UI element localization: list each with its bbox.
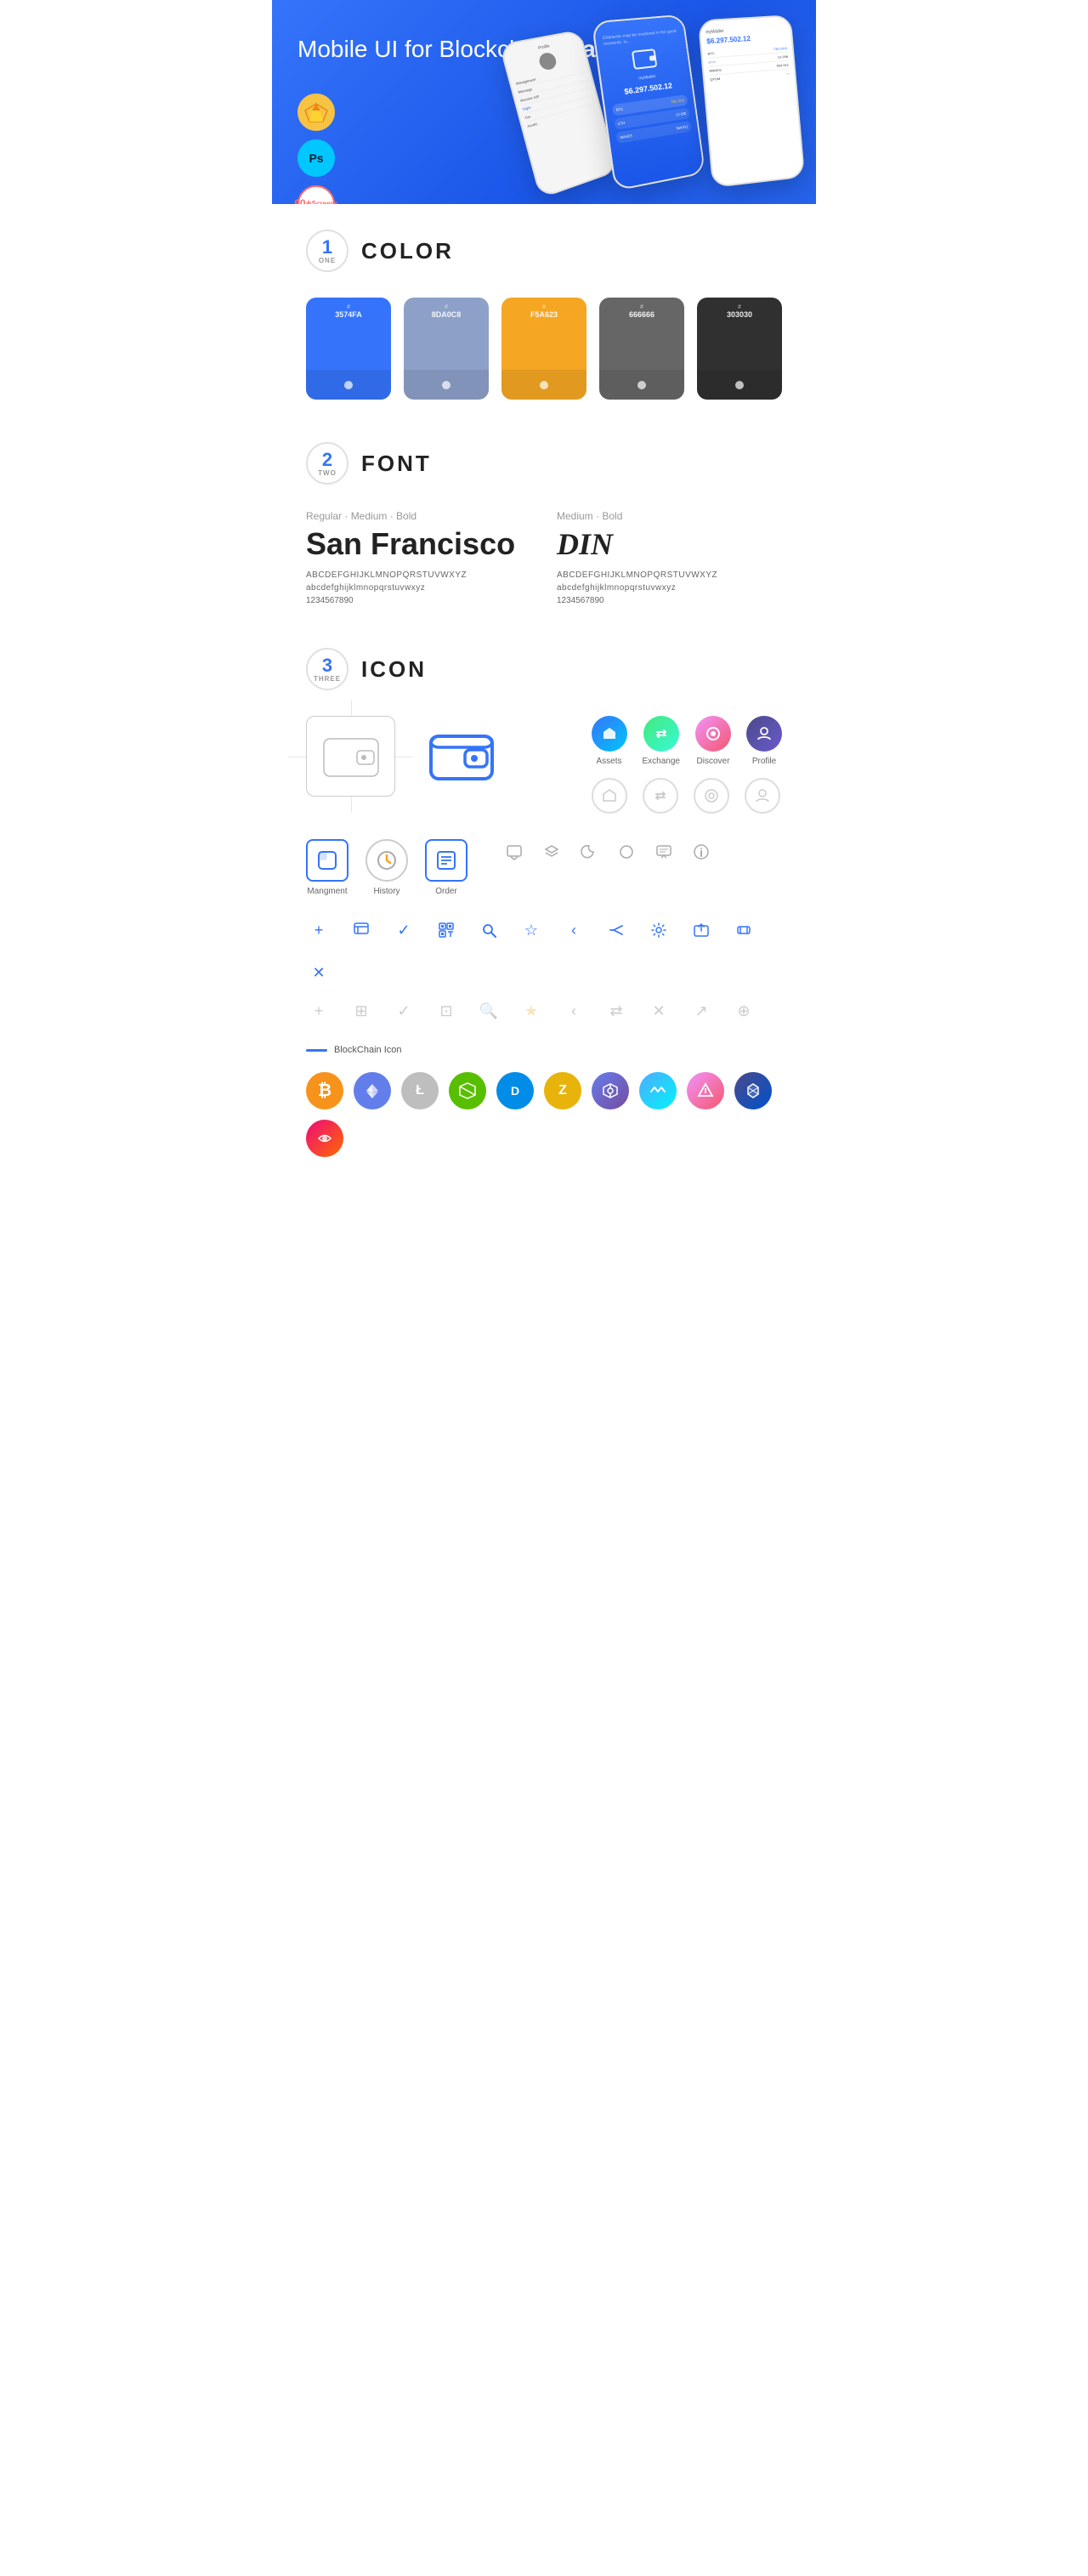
ps-badge: Ps — [298, 139, 335, 177]
crypto-litecoin: Ł — [401, 1072, 439, 1109]
icon-profile-outline — [745, 778, 780, 814]
misc-icons-row — [502, 839, 714, 865]
font-sf-name: San Francisco — [306, 526, 531, 562]
section-number-3: 3 THREE — [306, 648, 348, 690]
hero-section: Mobile UI for Blockchain Wallet UI Kit P… — [272, 0, 816, 204]
font-din-numbers: 1234567890 — [557, 596, 782, 605]
chevron-left-icon: ‹ — [561, 917, 586, 943]
moon-icon — [576, 839, 602, 865]
font-title: FONT — [361, 451, 432, 477]
font-grid: Regular · Medium · Bold San Francisco AB… — [306, 510, 782, 605]
font-din-style: Medium · Bold — [557, 510, 782, 522]
icon-section-header: 3 THREE ICON — [306, 648, 782, 690]
color-section-header: 1 ONE COLOR — [306, 230, 782, 272]
close-icon: ✕ — [306, 960, 332, 985]
crypto-dash: D — [496, 1072, 534, 1109]
layers-icon — [539, 839, 564, 865]
qr-icon — [434, 917, 459, 943]
phone-portfolio: myWallet $6.297.502.12 BTC738-2003 ETH12… — [698, 14, 805, 188]
screens-badge: 60+ Screens — [298, 185, 335, 204]
blockchain-label-text: BlockChain Icon — [334, 1045, 402, 1055]
star-icon: ☆ — [518, 917, 544, 943]
font-san-francisco: Regular · Medium · Bold San Francisco AB… — [306, 510, 531, 605]
plus-icon: + — [306, 917, 332, 943]
blockchain-line-decoration — [306, 1049, 327, 1052]
crypto-icons-row: ₿ Ł D Z — [306, 1072, 782, 1157]
main-content: 1 ONE COLOR #3574FA #8DA0C8 #F5A623 — [272, 204, 816, 1225]
crypto-bitcoin: ₿ — [306, 1072, 343, 1109]
crypto-other — [306, 1120, 343, 1157]
info-icon — [688, 839, 714, 865]
search-icon — [476, 917, 502, 943]
tool-badges: Ps 60+ Screens — [298, 94, 335, 204]
crypto-neo — [449, 1072, 486, 1109]
utility-icons-row-dim: + ⊞ ✓ ⊡ 🔍 ★ ‹ ⇄ ✕ ↗ ⊕ — [306, 998, 782, 1024]
resize-icon — [731, 917, 756, 943]
font-sf-style: Regular · Medium · Bold — [306, 510, 531, 522]
swatch-blue: #3574FA — [306, 298, 391, 400]
font-din-uppercase: ABCDEFGHIJKLMNOPQRSTUVWXYZ — [557, 570, 782, 580]
crypto-grid — [592, 1072, 629, 1109]
icon-title: ICON — [361, 656, 427, 683]
utility-icons-row: + ✓ ☆ ‹ ✕ — [306, 917, 782, 985]
section-number-2: 2 TWO — [306, 442, 348, 485]
edit-icon — [348, 917, 374, 943]
icon-order: Order — [425, 839, 468, 896]
upload-icon — [688, 917, 714, 943]
color-section: 1 ONE COLOR #3574FA #8DA0C8 #F5A623 — [306, 230, 782, 400]
icon-history: History — [366, 839, 408, 896]
font-sf-uppercase: ABCDEFGHIJKLMNOPQRSTUVWXYZ — [306, 570, 531, 580]
named-icons-row-2 — [592, 778, 782, 814]
blockchain-label: BlockChain Icon — [306, 1045, 782, 1055]
settings-icon — [646, 917, 672, 943]
crypto-polygon — [734, 1072, 772, 1109]
font-din: Medium · Bold DIN ABCDEFGHIJKLMNOPQRSTUV… — [557, 510, 782, 605]
chat-icon — [502, 839, 527, 865]
check-icon: ✓ — [391, 917, 416, 943]
comment-icon — [651, 839, 677, 865]
nav-icons-row: Mangment History — [306, 839, 782, 896]
font-section-header: 2 TWO FONT — [306, 442, 782, 485]
color-swatches: #3574FA #8DA0C8 #F5A623 #666666 — [306, 298, 782, 400]
icon-profile: Profile — [746, 716, 782, 766]
crypto-waves — [639, 1072, 677, 1109]
font-sf-lowercase: abcdefghijklmnopqrstuvwxyz — [306, 583, 531, 593]
icon-wireframe-container — [306, 716, 395, 797]
share-icon — [604, 917, 629, 943]
swatch-dark: #303030 — [697, 298, 782, 400]
crypto-ark — [687, 1072, 724, 1109]
circle-icon — [614, 839, 639, 865]
icon-assets-outline — [592, 778, 627, 814]
font-sf-numbers: 1234567890 — [306, 596, 531, 605]
swatch-gray: #666666 — [599, 298, 684, 400]
icon-colored-wallet — [416, 716, 506, 797]
icon-management: Mangment — [306, 839, 348, 896]
crypto-zcash: Z — [544, 1072, 581, 1109]
named-icons-group: Assets Exchange Discover — [592, 716, 782, 814]
icon-exchange-outline — [643, 778, 678, 814]
swatch-orange: #F5A623 — [502, 298, 586, 400]
icon-discover-outline — [694, 778, 729, 814]
crypto-ethereum — [354, 1072, 391, 1109]
color-title: COLOR — [361, 238, 454, 264]
icon-exchange: Exchange — [643, 716, 680, 766]
section-number-1: 1 ONE — [306, 230, 348, 272]
swatch-slate: #8DA0C8 — [404, 298, 489, 400]
icon-section: 3 THREE ICON — [306, 648, 782, 1157]
icon-discover: Discover — [695, 716, 731, 766]
font-section: 2 TWO FONT Regular · Medium · Bold San F… — [306, 442, 782, 605]
icon-assets: Assets — [592, 716, 627, 766]
font-din-lowercase: abcdefghijklmnopqrstuvwxyz — [557, 583, 782, 593]
font-din-name: DIN — [557, 526, 782, 562]
named-icons-row-1: Assets Exchange Discover — [592, 716, 782, 766]
phone-mockups: Profile Management Message Receive Gift … — [502, 9, 816, 204]
sketch-badge — [298, 94, 335, 131]
